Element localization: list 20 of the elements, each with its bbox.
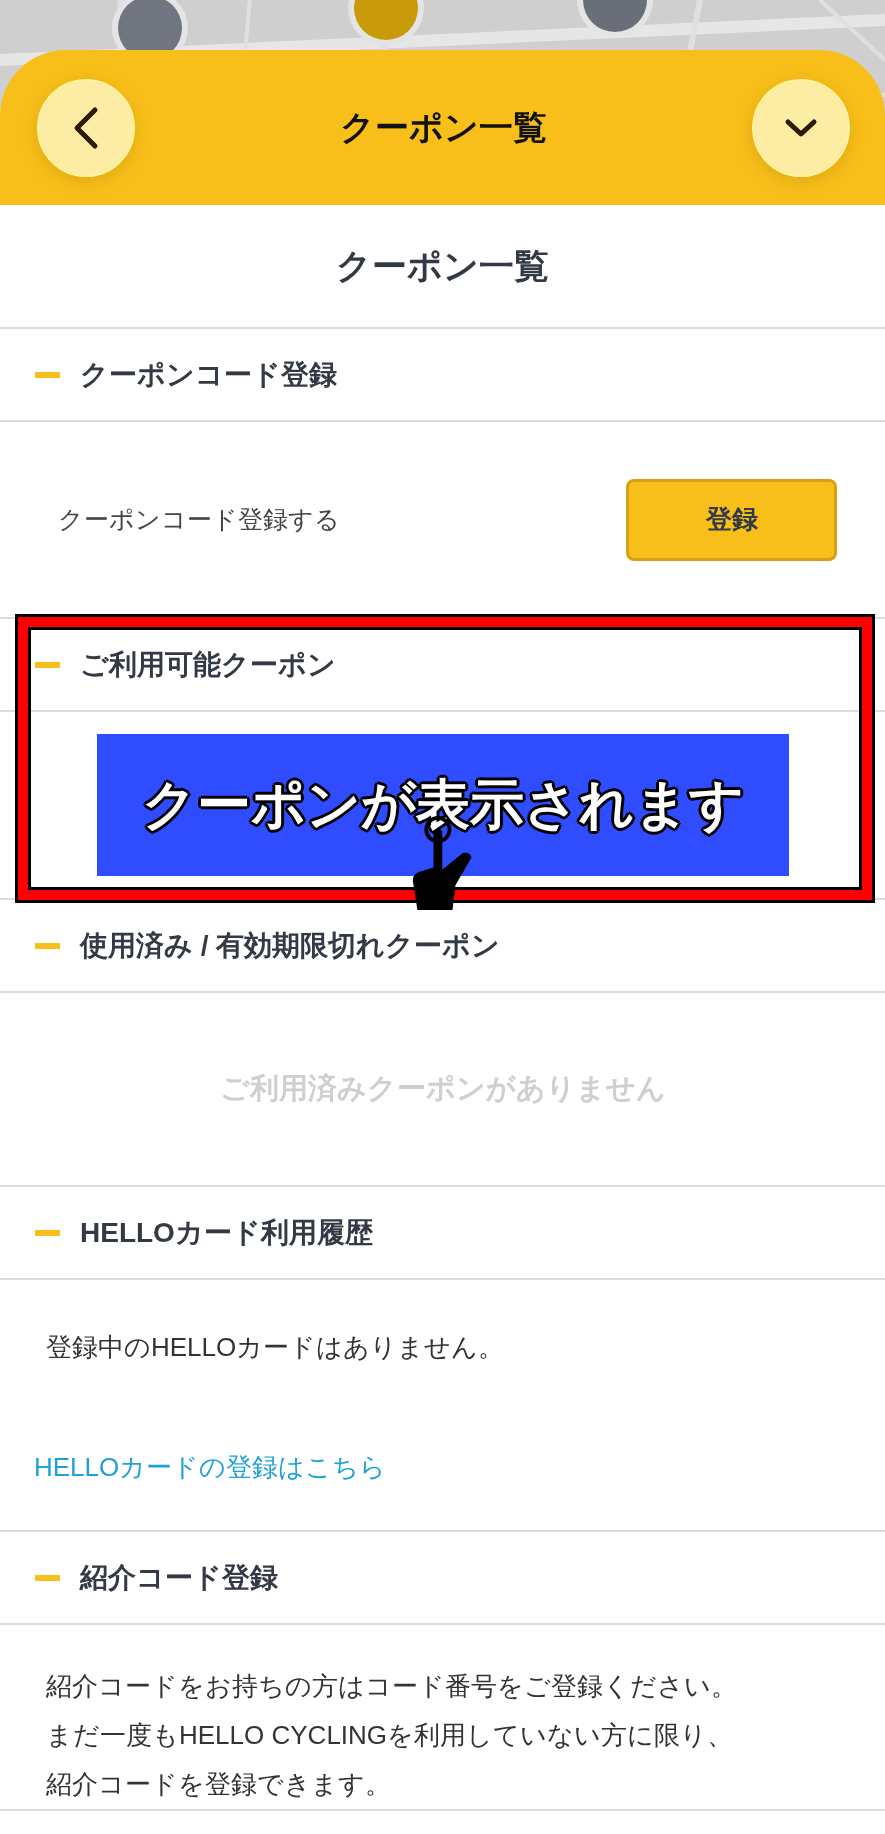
heading-marker bbox=[35, 1574, 60, 1581]
referral-text: 紹介コードをお持ちの方はコード番号をご登録ください。 bbox=[46, 1670, 738, 1703]
heading-marker bbox=[35, 1229, 60, 1236]
section-heading: ご利用可能クーポン bbox=[80, 647, 336, 682]
chevron-down-icon bbox=[784, 117, 818, 138]
card-status-text: 登録中のHELLOカードはありません。 bbox=[46, 1331, 506, 1364]
heading-marker bbox=[35, 942, 60, 949]
heading-marker bbox=[35, 661, 60, 668]
header-title: クーポン一覧 bbox=[340, 106, 547, 148]
heading-marker bbox=[35, 371, 60, 378]
section-heading: クーポンコード登録 bbox=[80, 357, 337, 392]
coupon-banner: クーポンが表示されます bbox=[96, 734, 789, 876]
coupon-code-label: クーポンコード登録する bbox=[58, 504, 340, 535]
section-heading: 紹介コード登録 bbox=[80, 1560, 278, 1595]
page-title: クーポン一覧 bbox=[0, 205, 885, 329]
referral-text: まだ一度もHELLO CYCLINGを利用していない方に限り、 bbox=[46, 1719, 735, 1752]
register-button[interactable]: 登録 bbox=[626, 478, 837, 561]
referral-text: 紹介コードを登録できます。 bbox=[46, 1768, 392, 1801]
section-heading: HELLOカード利用履歴 bbox=[80, 1215, 373, 1250]
section-heading: 使用済み / 有効期限切れクーポン bbox=[80, 928, 501, 963]
